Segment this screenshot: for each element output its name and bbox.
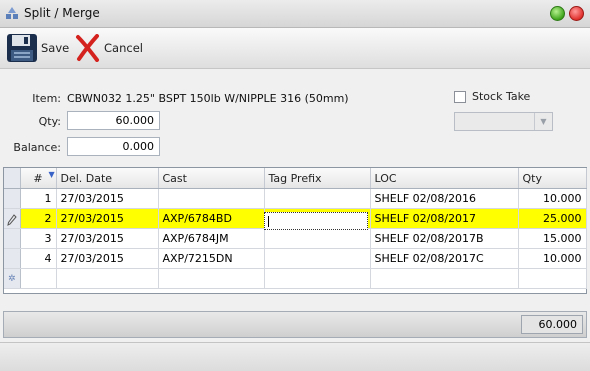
row-indicator[interactable]: ✲ <box>4 268 21 289</box>
new-cell[interactable] <box>518 268 587 289</box>
qty-field[interactable]: 60.000 <box>67 111 160 130</box>
cancel-label: Cancel <box>104 41 143 55</box>
table-row[interactable]: 1 27/03/2015 SHELF 02/08/2016 10.000 <box>4 188 587 209</box>
qty-label: Qty: <box>38 115 61 128</box>
cell-loc[interactable]: SHELF 02/08/2017B <box>370 228 519 249</box>
cell-del-date[interactable]: 27/03/2015 <box>56 228 159 249</box>
save-label: Save <box>41 41 70 55</box>
cell-number[interactable]: 4 <box>20 248 57 269</box>
column-header-del-date[interactable]: Del. Date ▼ <box>49 168 159 189</box>
new-row[interactable]: ✲ <box>4 268 587 289</box>
text-caret <box>268 216 269 227</box>
new-cell[interactable] <box>20 268 57 289</box>
table-row[interactable]: 3 27/03/2015 AXP/6784JM SHELF 02/08/2017… <box>4 228 587 249</box>
grid-footer: 60.000 <box>3 311 587 338</box>
item-description: CBWN032 1.25" BSPT 150lb W/NIPPLE 316 (5… <box>67 92 349 105</box>
cancel-button[interactable]: Cancel <box>75 32 143 64</box>
cell-tag-prefix[interactable] <box>264 228 371 249</box>
close-button[interactable] <box>569 6 584 21</box>
cell-cast[interactable] <box>158 188 265 209</box>
checkbox-box[interactable] <box>454 90 466 103</box>
pencil-icon <box>7 214 17 226</box>
cell-del-date[interactable]: 27/03/2015 <box>56 208 159 229</box>
floppy-disk-icon <box>7 34 37 62</box>
row-indicator[interactable] <box>4 208 21 229</box>
qty-total: 60.000 <box>521 315 583 334</box>
grid-header-row: # Del. Date ▼ Cast Tag Prefix LOC Qty <box>4 168 587 189</box>
cell-qty[interactable]: 15.000 <box>518 228 587 249</box>
new-cell[interactable] <box>158 268 265 289</box>
stock-take-label: Stock Take <box>472 90 531 103</box>
cell-qty[interactable]: 10.000 <box>518 248 587 269</box>
row-indicator[interactable] <box>4 248 21 269</box>
red-x-icon <box>76 34 99 62</box>
column-header-qty[interactable]: Qty <box>518 168 587 189</box>
cell-cast[interactable]: AXP/6784JM <box>158 228 265 249</box>
cell-number[interactable]: 3 <box>20 228 57 249</box>
cell-tag-prefix[interactable] <box>264 188 371 209</box>
split-merge-icon <box>6 7 18 19</box>
new-cell[interactable] <box>56 268 159 289</box>
balance-field: 0.000 <box>67 137 160 156</box>
toolbar: Save Cancel <box>0 28 590 69</box>
column-header-cast[interactable]: Cast <box>158 168 265 189</box>
row-indicator[interactable] <box>4 188 21 209</box>
cell-cast[interactable]: AXP/7215DN <box>158 248 265 269</box>
column-header-loc[interactable]: LOC <box>370 168 519 189</box>
new-cell[interactable] <box>264 268 371 289</box>
cell-cast[interactable]: AXP/6784BD <box>158 208 265 229</box>
cell-del-date[interactable]: 27/03/2015 <box>56 188 159 209</box>
status-bar <box>0 342 590 371</box>
column-header-tag-prefix[interactable]: Tag Prefix <box>264 168 371 189</box>
balance-label: Balance: <box>13 141 61 154</box>
row-indicator[interactable] <box>4 228 21 249</box>
window-title: Split / Merge <box>24 6 100 20</box>
cell-number[interactable]: 1 <box>20 188 57 209</box>
cell-loc[interactable]: SHELF 02/08/2016 <box>370 188 519 209</box>
row-indicator-header <box>4 168 21 189</box>
chevron-down-icon[interactable]: ▼ <box>534 113 552 130</box>
item-label: Item: <box>32 92 61 105</box>
table-row[interactable]: 4 27/03/2015 AXP/7215DN SHELF 02/08/2017… <box>4 248 587 269</box>
cell-number[interactable]: 2 <box>20 208 57 229</box>
cell-qty[interactable]: 25.000 <box>518 208 587 229</box>
minimize-button[interactable] <box>550 6 565 21</box>
stock-take-checkbox[interactable]: Stock Take <box>454 90 530 103</box>
cell-loc[interactable]: SHELF 02/08/2017 <box>370 208 519 229</box>
title-bar: Split / Merge <box>0 0 590 28</box>
cell-loc[interactable]: SHELF 02/08/2017C <box>370 248 519 269</box>
cell-del-date[interactable]: 27/03/2015 <box>56 248 159 269</box>
stock-take-dropdown[interactable]: ▼ <box>454 112 553 131</box>
cell-qty[interactable]: 10.000 <box>518 188 587 209</box>
filter-icon[interactable]: ▼ <box>49 170 55 179</box>
split-merge-grid: # Del. Date ▼ Cast Tag Prefix LOC Qty 1 2… <box>3 167 587 294</box>
new-cell[interactable] <box>370 268 519 289</box>
save-button[interactable]: Save <box>6 32 69 64</box>
tag-prefix-editor[interactable] <box>264 212 368 230</box>
cell-tag-prefix[interactable] <box>264 248 371 269</box>
